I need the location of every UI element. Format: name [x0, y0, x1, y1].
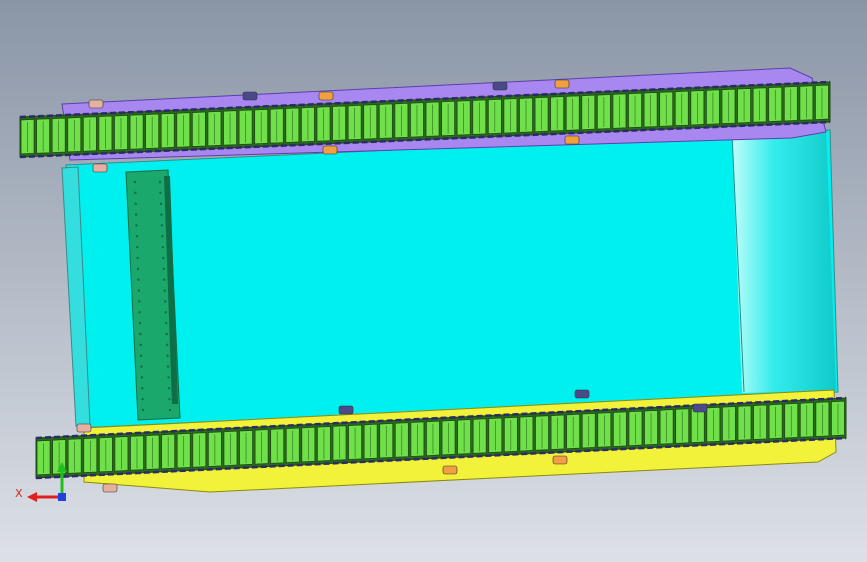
panel-hole — [135, 235, 139, 238]
track-bracket — [338, 405, 354, 415]
panel-hole — [160, 213, 163, 216]
panel-hole — [166, 365, 170, 368]
panel-hole — [141, 397, 144, 401]
track-bracket — [76, 423, 92, 433]
panel-hole — [137, 300, 141, 303]
x-axis-label: X — [15, 487, 23, 500]
panel-hole — [164, 321, 168, 325]
z-axis-dot-icon — [58, 493, 66, 501]
panel-hole — [164, 300, 167, 303]
track-bracket — [552, 455, 568, 465]
panel-hole — [167, 387, 171, 390]
panel-hole — [164, 311, 167, 314]
panel-hole — [137, 278, 140, 281]
panel-hole — [133, 180, 137, 184]
track-bracket — [574, 389, 590, 399]
panel-hole — [136, 245, 139, 249]
panel-hole — [138, 311, 141, 314]
panel-hole — [138, 321, 142, 325]
track-bracket — [318, 91, 334, 101]
panel-hole — [163, 289, 166, 292]
panel-hole — [137, 289, 141, 292]
panel-hole — [165, 332, 168, 336]
panel-hole — [141, 387, 144, 390]
panel-hole — [168, 397, 171, 401]
panel-hole — [168, 408, 172, 412]
panel-hole — [134, 213, 138, 216]
panel-hole — [136, 256, 139, 260]
track-bracket — [92, 163, 108, 173]
track-bracket — [564, 135, 580, 145]
chassis-end-roller-right — [732, 130, 836, 393]
panel-hole — [165, 343, 169, 347]
cad-3d-viewport[interactable]: X — [0, 0, 867, 562]
panel-hole — [159, 191, 162, 195]
panel-hole — [135, 224, 138, 227]
panel-hole — [161, 245, 165, 249]
panel-hole — [134, 202, 137, 205]
track-bracket — [102, 483, 118, 493]
panel-hole — [159, 202, 163, 205]
track-bracket — [322, 145, 338, 155]
panel-hole — [134, 191, 137, 195]
panel-hole — [139, 332, 142, 336]
panel-hole — [139, 354, 143, 357]
panel-hole — [163, 278, 166, 281]
track-bracket — [692, 403, 708, 413]
panel-hole — [166, 354, 169, 357]
panel-hole — [139, 343, 142, 347]
panel-hole — [136, 267, 140, 271]
panel-hole — [161, 235, 164, 238]
track-bracket — [554, 79, 570, 89]
panel-hole — [167, 376, 170, 379]
chassis-body[interactable] — [65, 129, 839, 429]
panel-hole — [160, 224, 164, 227]
cad-scene[interactable] — [0, 0, 867, 562]
panel-hole — [141, 408, 145, 412]
panel-hole — [140, 365, 143, 368]
panel-hole — [162, 267, 166, 271]
panel-hole — [158, 180, 162, 184]
panel-hole — [140, 376, 144, 379]
track-bracket — [492, 81, 508, 91]
track-bracket — [442, 465, 458, 475]
track-bracket — [242, 91, 258, 101]
panel-hole — [162, 256, 165, 260]
track-bracket — [88, 99, 104, 109]
